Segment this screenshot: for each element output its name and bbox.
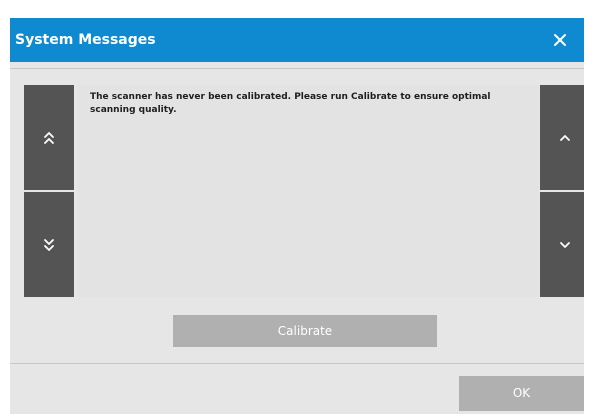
double-chevron-up-icon [44,131,54,144]
line-up-button[interactable] [540,85,584,190]
message-area: The scanner has never been calibrated. P… [77,85,539,297]
system-message-text: The scanner has never been calibrated. P… [90,92,491,115]
dialog-titlebar: System Messages [10,18,584,62]
page-down-button[interactable] [24,192,74,297]
close-button[interactable] [545,25,575,55]
title-divider [10,68,584,69]
line-down-button[interactable] [540,192,584,297]
double-chevron-down-icon [44,238,54,251]
footer-divider [10,363,584,364]
system-messages-dialog: System Messages The scanner has never be… [10,18,584,414]
close-icon [554,34,566,46]
calibrate-button[interactable]: Calibrate [173,315,437,347]
chevron-up-icon [560,134,570,141]
dialog-title: System Messages [15,32,156,48]
page-up-button[interactable] [24,85,74,190]
chevron-down-icon [560,241,570,248]
ok-button[interactable]: OK [459,376,584,411]
